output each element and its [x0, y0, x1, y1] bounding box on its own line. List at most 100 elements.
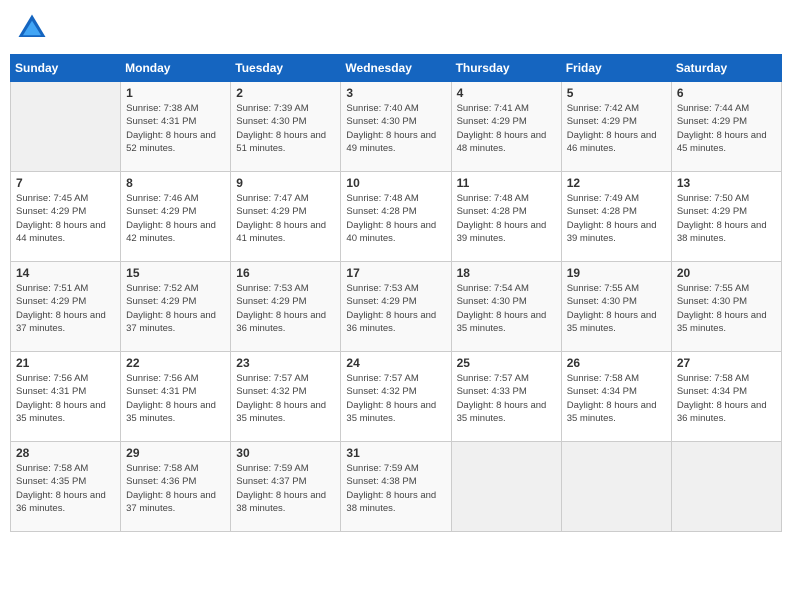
day-number: 23 — [236, 356, 335, 370]
day-number: 11 — [457, 176, 556, 190]
page-header — [10, 10, 782, 46]
calendar-cell: 9 Sunrise: 7:47 AMSunset: 4:29 PMDaylight… — [231, 172, 341, 262]
calendar-cell: 18Sunrise: 7:54 AMSunset: 4:30 PMDayligh… — [451, 262, 561, 352]
day-number: 10 — [346, 176, 445, 190]
calendar-cell — [451, 442, 561, 532]
day-number: 8 — [126, 176, 225, 190]
day-number: 20 — [677, 266, 776, 280]
day-number: 19 — [567, 266, 666, 280]
day-number: 4 — [457, 86, 556, 100]
calendar-cell — [671, 442, 781, 532]
weekday-header: Tuesday — [231, 55, 341, 82]
day-number: 14 — [16, 266, 115, 280]
day-info: Sunrise: 7:49 AMSunset: 4:28 PMDaylight:… — [567, 192, 666, 245]
day-info: Sunrise: 7:53 AMSunset: 4:29 PMDaylight:… — [236, 282, 335, 335]
day-number: 2 — [236, 86, 335, 100]
day-info: Sunrise: 7:57 AMSunset: 4:32 PMDaylight:… — [346, 372, 445, 425]
calendar-cell: 25Sunrise: 7:57 AMSunset: 4:33 PMDayligh… — [451, 352, 561, 442]
day-number: 21 — [16, 356, 115, 370]
day-number: 15 — [126, 266, 225, 280]
day-number: 7 — [16, 176, 115, 190]
calendar-cell — [11, 82, 121, 172]
calendar-cell: 19 Sunrise: 7:55 AMSunset: 4:30 PMDayligh… — [561, 262, 671, 352]
day-info: Sunrise: 7:59 AMSunset: 4:37 PMDaylight:… — [236, 462, 335, 515]
day-number: 31 — [346, 446, 445, 460]
calendar-week-row: 7 Sunrise: 7:45 AMSunset: 4:29 PMDaylight… — [11, 172, 782, 262]
calendar-cell: 3Sunrise: 7:40 AMSunset: 4:30 PMDaylight… — [341, 82, 451, 172]
calendar-cell: 28 Sunrise: 7:58 AMSunset: 4:35 PMDayligh… — [11, 442, 121, 532]
calendar-cell: 12 Sunrise: 7:49 AMSunset: 4:28 PMDayligh… — [561, 172, 671, 262]
calendar-table: SundayMondayTuesdayWednesdayThursdayFrid… — [10, 54, 782, 532]
calendar-cell: 10Sunrise: 7:48 AMSunset: 4:28 PMDayligh… — [341, 172, 451, 262]
day-info: Sunrise: 7:55 AMSunset: 4:30 PMDaylight:… — [567, 282, 666, 335]
day-info: Sunrise: 7:53 AMSunset: 4:29 PMDaylight:… — [346, 282, 445, 335]
weekday-header-row: SundayMondayTuesdayWednesdayThursdayFrid… — [11, 55, 782, 82]
weekday-header: Thursday — [451, 55, 561, 82]
day-info: Sunrise: 7:58 AMSunset: 4:34 PMDaylight:… — [567, 372, 666, 425]
calendar-cell: 16 Sunrise: 7:53 AMSunset: 4:29 PMDayligh… — [231, 262, 341, 352]
day-number: 28 — [16, 446, 115, 460]
logo — [14, 10, 54, 46]
day-number: 22 — [126, 356, 225, 370]
calendar-week-row: 14 Sunrise: 7:51 AMSunset: 4:29 PMDayligh… — [11, 262, 782, 352]
calendar-cell: 13 Sunrise: 7:50 AMSunset: 4:29 PMDayligh… — [671, 172, 781, 262]
calendar-cell — [561, 442, 671, 532]
day-info: Sunrise: 7:38 AMSunset: 4:31 PMDaylight:… — [126, 102, 225, 155]
logo-icon — [14, 10, 50, 46]
calendar-cell: 5 Sunrise: 7:42 AMSunset: 4:29 PMDaylight… — [561, 82, 671, 172]
day-info: Sunrise: 7:59 AMSunset: 4:38 PMDaylight:… — [346, 462, 445, 515]
day-number: 3 — [346, 86, 445, 100]
calendar-cell: 26 Sunrise: 7:58 AMSunset: 4:34 PMDayligh… — [561, 352, 671, 442]
calendar-cell: 29 Sunrise: 7:58 AMSunset: 4:36 PMDayligh… — [121, 442, 231, 532]
calendar-cell: 21Sunrise: 7:56 AMSunset: 4:31 PMDayligh… — [11, 352, 121, 442]
weekday-header: Sunday — [11, 55, 121, 82]
calendar-cell: 31 Sunrise: 7:59 AMSunset: 4:38 PMDayligh… — [341, 442, 451, 532]
day-info: Sunrise: 7:41 AMSunset: 4:29 PMDaylight:… — [457, 102, 556, 155]
day-number: 18 — [457, 266, 556, 280]
calendar-cell: 20 Sunrise: 7:55 AMSunset: 4:30 PMDayligh… — [671, 262, 781, 352]
calendar-cell: 15 Sunrise: 7:52 AMSunset: 4:29 PMDayligh… — [121, 262, 231, 352]
calendar-cell: 24 Sunrise: 7:57 AMSunset: 4:32 PMDayligh… — [341, 352, 451, 442]
day-number: 1 — [126, 86, 225, 100]
day-number: 9 — [236, 176, 335, 190]
day-info: Sunrise: 7:58 AMSunset: 4:34 PMDaylight:… — [677, 372, 776, 425]
day-info: Sunrise: 7:58 AMSunset: 4:36 PMDaylight:… — [126, 462, 225, 515]
day-info: Sunrise: 7:48 AMSunset: 4:28 PMDaylight:… — [457, 192, 556, 245]
day-number: 27 — [677, 356, 776, 370]
day-info: Sunrise: 7:45 AMSunset: 4:29 PMDaylight:… — [16, 192, 115, 245]
calendar-cell: 2 Sunrise: 7:39 AMSunset: 4:30 PMDaylight… — [231, 82, 341, 172]
calendar-cell: 1 Sunrise: 7:38 AMSunset: 4:31 PMDaylight… — [121, 82, 231, 172]
day-info: Sunrise: 7:46 AMSunset: 4:29 PMDaylight:… — [126, 192, 225, 245]
day-info: Sunrise: 7:47 AMSunset: 4:29 PMDaylight:… — [236, 192, 335, 245]
day-number: 13 — [677, 176, 776, 190]
calendar-cell: 14 Sunrise: 7:51 AMSunset: 4:29 PMDayligh… — [11, 262, 121, 352]
day-number: 6 — [677, 86, 776, 100]
calendar-cell: 23 Sunrise: 7:57 AMSunset: 4:32 PMDayligh… — [231, 352, 341, 442]
day-info: Sunrise: 7:44 AMSunset: 4:29 PMDaylight:… — [677, 102, 776, 155]
day-number: 24 — [346, 356, 445, 370]
day-info: Sunrise: 7:42 AMSunset: 4:29 PMDaylight:… — [567, 102, 666, 155]
day-info: Sunrise: 7:50 AMSunset: 4:29 PMDaylight:… — [677, 192, 776, 245]
day-number: 30 — [236, 446, 335, 460]
weekday-header: Friday — [561, 55, 671, 82]
day-info: Sunrise: 7:58 AMSunset: 4:35 PMDaylight:… — [16, 462, 115, 515]
day-number: 29 — [126, 446, 225, 460]
weekday-header: Monday — [121, 55, 231, 82]
day-number: 26 — [567, 356, 666, 370]
day-number: 16 — [236, 266, 335, 280]
day-info: Sunrise: 7:39 AMSunset: 4:30 PMDaylight:… — [236, 102, 335, 155]
day-info: Sunrise: 7:55 AMSunset: 4:30 PMDaylight:… — [677, 282, 776, 335]
calendar-cell: 11 Sunrise: 7:48 AMSunset: 4:28 PMDayligh… — [451, 172, 561, 262]
day-number: 25 — [457, 356, 556, 370]
calendar-cell: 27 Sunrise: 7:58 AMSunset: 4:34 PMDayligh… — [671, 352, 781, 442]
calendar-week-row: 28 Sunrise: 7:58 AMSunset: 4:35 PMDayligh… — [11, 442, 782, 532]
calendar-cell: 8 Sunrise: 7:46 AMSunset: 4:29 PMDaylight… — [121, 172, 231, 262]
day-info: Sunrise: 7:51 AMSunset: 4:29 PMDaylight:… — [16, 282, 115, 335]
calendar-week-row: 21Sunrise: 7:56 AMSunset: 4:31 PMDayligh… — [11, 352, 782, 442]
day-info: Sunrise: 7:52 AMSunset: 4:29 PMDaylight:… — [126, 282, 225, 335]
calendar-cell: 17Sunrise: 7:53 AMSunset: 4:29 PMDayligh… — [341, 262, 451, 352]
weekday-header: Wednesday — [341, 55, 451, 82]
day-number: 5 — [567, 86, 666, 100]
day-info: Sunrise: 7:57 AMSunset: 4:32 PMDaylight:… — [236, 372, 335, 425]
day-number: 12 — [567, 176, 666, 190]
